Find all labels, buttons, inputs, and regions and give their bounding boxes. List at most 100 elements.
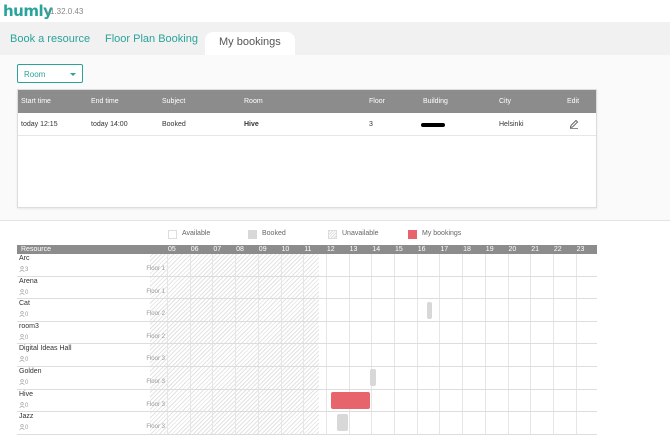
capacity: 0 bbox=[19, 311, 28, 318]
hour-label: 09 bbox=[258, 246, 267, 253]
resource-name[interactable]: Digital Ideas Hall bbox=[19, 345, 72, 352]
tab-my-bookings[interactable]: My bookings bbox=[205, 32, 295, 56]
column-header-floor[interactable]: Floor bbox=[369, 98, 385, 105]
hour-label: 06 bbox=[190, 246, 199, 253]
resource-type-dropdown[interactable]: Room bbox=[17, 64, 83, 83]
legend-swatch-unavailable bbox=[328, 230, 337, 239]
bookings-table-header: Start time End time Subject Room Floor B… bbox=[18, 90, 596, 113]
capacity: 0 bbox=[19, 288, 29, 296]
resource-floor: Floor 3 bbox=[146, 379, 165, 385]
resource-row[interactable]: Arc 3 Floor 1 bbox=[17, 254, 597, 277]
resource-name[interactable]: Golden bbox=[19, 368, 42, 375]
my-booking-slot-hive[interactable] bbox=[331, 392, 370, 409]
capacity: 0 bbox=[19, 424, 28, 431]
resource-timeline: Resource 05 06 07 08 09 10 11 12 13 14 15 16 17 18 19 2… bbox=[17, 245, 597, 435]
tab-book-a-resource[interactable]: Book a resource bbox=[10, 33, 90, 45]
resource-name[interactable]: Jazz bbox=[19, 413, 33, 420]
humly-logo[interactable]: humly bbox=[3, 2, 53, 20]
resource-column-header: Resource bbox=[21, 246, 51, 253]
booking-room: Hive bbox=[244, 121, 259, 128]
capacity-value: 0 bbox=[25, 380, 29, 386]
resource-floor: Floor 1 bbox=[146, 266, 165, 272]
bookings-table: Start time End time Subject Room Floor B… bbox=[17, 89, 597, 208]
resource-row[interactable]: room3 0 Floor 2 bbox=[17, 322, 597, 345]
resource-row[interactable]: Golden 0 Floor 3 bbox=[17, 367, 597, 390]
resource-name[interactable]: Hive bbox=[19, 391, 33, 398]
version-label: v1.32.0.43 bbox=[46, 7, 84, 16]
capacity-value: 0 bbox=[25, 402, 29, 409]
timeline-header: Resource 05 06 07 08 09 10 11 12 13 14 15 16 17 18 19 2… bbox=[17, 245, 597, 254]
column-header-start-time[interactable]: Start time bbox=[21, 98, 51, 105]
hour-label: 17 bbox=[440, 246, 449, 253]
resource-floor: Floor 3 bbox=[146, 424, 165, 431]
legend-label-my-bookings: My bookings bbox=[422, 230, 462, 237]
capacity: 0 bbox=[19, 379, 28, 386]
capacity: 0 bbox=[19, 401, 29, 409]
hour-label: 13 bbox=[349, 246, 358, 253]
resource-name[interactable]: Arena bbox=[19, 278, 38, 285]
pencil-edit-icon[interactable] bbox=[569, 119, 579, 129]
legend-label-available: Available bbox=[182, 230, 211, 237]
capacity-value: 0 bbox=[25, 334, 29, 341]
resource-name[interactable]: Cat bbox=[19, 300, 30, 307]
booking-end-time: today 14:00 bbox=[91, 121, 128, 128]
hour-label: 16 bbox=[417, 246, 426, 253]
resource-name[interactable]: Arc bbox=[19, 255, 30, 262]
capacity: 0 bbox=[19, 356, 28, 363]
resource-floor: Floor 2 bbox=[146, 333, 165, 340]
hour-label: 22 bbox=[553, 246, 562, 253]
column-header-building[interactable]: Building bbox=[423, 98, 448, 105]
capacity-value: 0 bbox=[25, 357, 29, 364]
top-bar: humly v1.32.0.43 bbox=[0, 0, 670, 22]
hour-label: 10 bbox=[281, 246, 290, 253]
resource-row[interactable]: Jazz 0 Floor 3 bbox=[17, 412, 597, 435]
resource-row[interactable]: Cat 0 Floor 2 bbox=[17, 299, 597, 322]
chevron-down-icon bbox=[70, 73, 76, 76]
tab-strip: Book a resource Floor Plan Booking My bo… bbox=[0, 22, 670, 56]
booking-start-time: today 12:15 bbox=[21, 121, 58, 128]
capacity-value: 0 bbox=[25, 425, 29, 432]
resource-floor: Floor 1 bbox=[146, 288, 165, 295]
booking-floor: 3 bbox=[369, 121, 373, 128]
booking-row[interactable]: today 12:15 today 14:00 Booked Hive 3 He… bbox=[18, 113, 596, 136]
hour-label: 08 bbox=[236, 246, 244, 253]
resource-floor: Floor 3 bbox=[146, 356, 165, 363]
resource-row[interactable]: Digital Ideas Hall 0 Floor 3 bbox=[17, 344, 597, 367]
legend-swatch-my-bookings bbox=[408, 230, 417, 239]
hour-label: 18 bbox=[463, 246, 471, 253]
column-header-city[interactable]: City bbox=[499, 98, 511, 105]
hour-label: 20 bbox=[508, 246, 517, 253]
legend-label-booked: Booked bbox=[262, 230, 286, 237]
column-header-edit: Edit bbox=[567, 98, 580, 105]
resource-row[interactable]: Arena 0 Floor 1 bbox=[17, 277, 597, 300]
hour-label: 11 bbox=[304, 246, 312, 253]
hour-label: 14 bbox=[372, 246, 381, 253]
booked-slot-jazz[interactable] bbox=[337, 414, 348, 431]
capacity-value: 3 bbox=[25, 267, 29, 273]
column-header-room[interactable]: Room bbox=[244, 98, 263, 105]
booking-city: Helsinki bbox=[499, 121, 524, 128]
hour-label: 23 bbox=[576, 246, 585, 253]
resource-name[interactable]: room3 bbox=[19, 323, 39, 330]
column-header-subject[interactable]: Subject bbox=[162, 98, 185, 105]
hour-label: 12 bbox=[326, 246, 335, 253]
hour-label: 07 bbox=[213, 246, 222, 253]
capacity: 3 bbox=[19, 266, 28, 273]
booked-slot-golden[interactable] bbox=[370, 369, 376, 386]
hour-label: 05 bbox=[168, 246, 176, 253]
hour-label: 19 bbox=[485, 246, 494, 253]
legend-swatch-booked bbox=[248, 230, 257, 239]
resource-row[interactable]: Hive 0 Floor 3 bbox=[17, 390, 597, 413]
legend-swatch-available bbox=[168, 230, 177, 239]
legend-label-unavailable: Unavailable bbox=[342, 230, 379, 237]
capacity-value: 0 bbox=[25, 289, 29, 296]
my-bookings-panel: Room Start time End time Subject Room Fl… bbox=[0, 55, 670, 221]
hour-label: 21 bbox=[531, 246, 539, 253]
hour-label: 15 bbox=[395, 246, 403, 253]
column-header-end-time[interactable]: End time bbox=[91, 98, 119, 105]
booking-building-redacted bbox=[421, 123, 445, 127]
booked-slot-cat[interactable] bbox=[427, 302, 432, 319]
resource-floor: Floor 2 bbox=[146, 311, 165, 318]
capacity: 0 bbox=[19, 333, 29, 341]
tab-floor-plan-booking[interactable]: Floor Plan Booking bbox=[105, 33, 198, 45]
